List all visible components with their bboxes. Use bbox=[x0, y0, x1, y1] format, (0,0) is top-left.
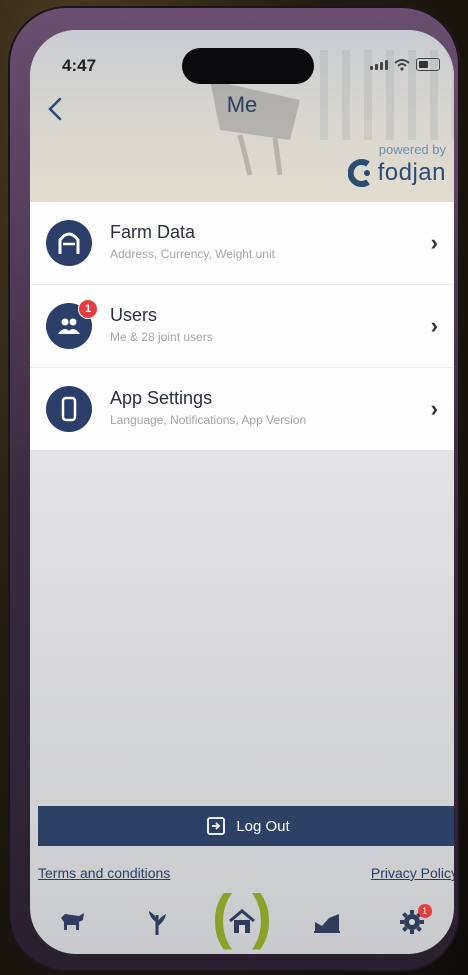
wifi-icon bbox=[394, 58, 410, 71]
tab-bar: ( ) 1 bbox=[30, 887, 454, 954]
icon-circle bbox=[46, 220, 92, 266]
users-icon bbox=[58, 318, 80, 334]
menu-item-app-settings[interactable]: App Settings Language, Notifications, Ap… bbox=[30, 367, 454, 450]
chevron-right-icon: › bbox=[430, 396, 438, 421]
menu-item-label: Farm Data bbox=[110, 222, 196, 242]
app-screen: 4:47 Me powered by fodjan Farm Data Addr… bbox=[30, 30, 454, 954]
fodjan-logo-icon bbox=[347, 159, 370, 187]
logout-button[interactable]: Log Out bbox=[38, 806, 454, 846]
signal-icon bbox=[370, 59, 388, 70]
tab-home[interactable]: ( ) bbox=[212, 887, 272, 948]
notification-badge: 1 bbox=[417, 904, 432, 918]
menu-item-users[interactable]: 1 Users Me & 28 joint users › bbox=[30, 284, 454, 367]
privacy-link[interactable]: Privacy Policy bbox=[371, 865, 454, 881]
logout-label: Log Out bbox=[236, 817, 290, 835]
menu-item-subtitle: Language, Notifications, App Version bbox=[110, 413, 307, 427]
chevron-right-icon: › bbox=[430, 230, 438, 255]
menu-item-farm-data[interactable]: Farm Data Address, Currency, Weight unit… bbox=[30, 202, 454, 284]
background-chair-image bbox=[210, 80, 300, 176]
cow-icon bbox=[61, 913, 85, 930]
fodjan-brand-name: fodjan bbox=[377, 159, 446, 186]
barn-icon bbox=[58, 232, 80, 254]
dynamic-island bbox=[182, 48, 314, 84]
right-bracket-icon: ) bbox=[252, 883, 272, 950]
status-time: 4:47 bbox=[62, 56, 97, 75]
menu-item-label: Users bbox=[110, 305, 158, 325]
chart-icon bbox=[313, 914, 340, 933]
logout-icon bbox=[207, 817, 226, 835]
phone-frame: 4:47 Me powered by fodjan Farm Data Addr… bbox=[8, 6, 460, 972]
tab-settings[interactable]: 1 bbox=[382, 896, 442, 948]
plant-icon bbox=[149, 911, 167, 935]
header-banner: 4:47 Me powered by fodjan bbox=[30, 30, 454, 202]
footer-links: Terms and conditions Privacy Policy bbox=[38, 865, 454, 881]
icon-circle bbox=[46, 386, 92, 432]
left-bracket-icon: ( bbox=[211, 883, 232, 950]
tab-feed[interactable] bbox=[127, 896, 187, 948]
settings-menu: Farm Data Address, Currency, Weight unit… bbox=[30, 202, 454, 450]
powered-by-logo: powered by fodjan bbox=[347, 142, 446, 187]
home-highlight: ( ) bbox=[212, 887, 272, 953]
battery-icon bbox=[416, 58, 440, 71]
notification-badge: 1 bbox=[78, 299, 98, 319]
tab-statistics[interactable] bbox=[297, 896, 357, 948]
chevron-right-icon: › bbox=[430, 313, 438, 338]
smartphone-icon bbox=[61, 396, 77, 422]
powered-by-label: powered by bbox=[378, 142, 446, 157]
menu-item-label: App Settings bbox=[110, 388, 213, 408]
terms-link[interactable]: Terms and conditions bbox=[38, 865, 170, 881]
tab-cows[interactable] bbox=[42, 896, 102, 948]
menu-item-subtitle: Me & 28 joint users bbox=[110, 330, 213, 344]
page-title: Me bbox=[226, 92, 258, 117]
menu-item-subtitle: Address, Currency, Weight unit bbox=[110, 247, 275, 261]
status-icons bbox=[370, 58, 440, 71]
